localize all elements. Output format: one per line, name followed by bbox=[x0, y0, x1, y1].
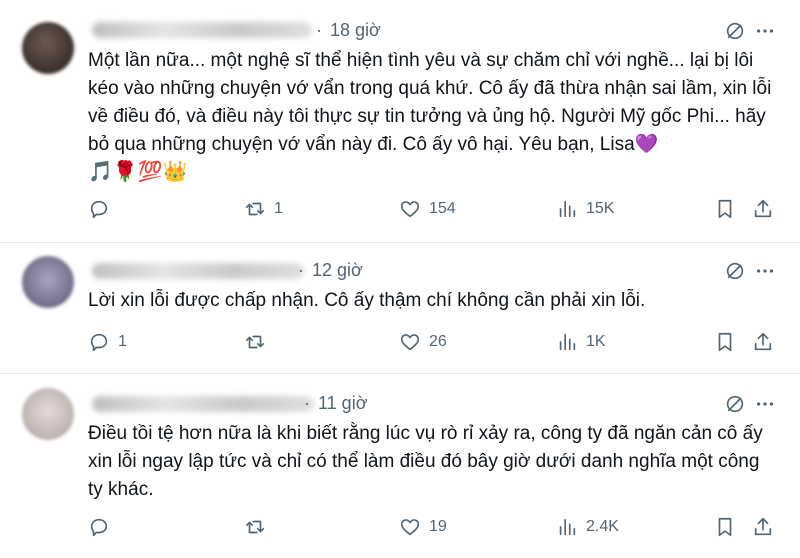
tweet-text: Lời xin lỗi được chấp nhận. Cô ấy thậm c… bbox=[88, 290, 646, 311]
like-count: 154 bbox=[429, 200, 456, 217]
views-button[interactable]: 2.4K bbox=[556, 516, 619, 538]
tweet-timestamp[interactable]: · 18 giờ bbox=[316, 20, 381, 41]
bookmark-icon bbox=[718, 332, 732, 352]
bookmark-button[interactable] bbox=[714, 516, 736, 538]
repost-button[interactable] bbox=[244, 331, 274, 353]
reply-button[interactable] bbox=[88, 198, 118, 220]
grok-icon[interactable] bbox=[724, 260, 746, 282]
tweet-actions: 19 2.4K bbox=[0, 516, 800, 544]
time-separator: · bbox=[316, 20, 322, 40]
repost-icon bbox=[245, 520, 265, 534]
avatar[interactable] bbox=[22, 22, 74, 74]
author-name-blurred[interactable] bbox=[92, 22, 312, 38]
like-icon bbox=[400, 201, 420, 218]
like-count: 19 bbox=[429, 518, 447, 535]
tweet-timestamp[interactable]: · 12 giờ bbox=[298, 260, 363, 281]
avatar[interactable] bbox=[22, 256, 74, 308]
reply-count: 1 bbox=[118, 333, 127, 350]
like-count: 26 bbox=[429, 333, 447, 350]
views-icon bbox=[559, 518, 576, 536]
timestamp-text: 18 giờ bbox=[330, 20, 381, 40]
tweet-3[interactable]: · 11 giờ Điều tồi tệ hơn nữa là khi biết … bbox=[0, 374, 800, 558]
repost-icon bbox=[245, 335, 265, 349]
more-icon[interactable] bbox=[754, 393, 776, 415]
like-button[interactable]: 154 bbox=[399, 198, 456, 220]
bookmark-button[interactable] bbox=[714, 331, 736, 353]
bookmark-icon bbox=[718, 517, 732, 537]
views-button[interactable]: 1K bbox=[556, 331, 606, 353]
views-button[interactable]: 15K bbox=[556, 198, 614, 220]
repost-button[interactable] bbox=[244, 516, 274, 538]
views-icon bbox=[559, 333, 576, 351]
author-name-blurred[interactable] bbox=[92, 263, 304, 279]
bookmark-icon bbox=[718, 199, 732, 219]
share-icon bbox=[754, 517, 772, 536]
views-count: 1K bbox=[586, 333, 606, 350]
like-button[interactable]: 26 bbox=[399, 331, 447, 353]
reply-icon bbox=[90, 200, 108, 219]
share-icon bbox=[754, 199, 772, 218]
reply-icon bbox=[90, 333, 108, 352]
timestamp-text: 12 giờ bbox=[312, 260, 363, 280]
author-name-blurred[interactable] bbox=[92, 396, 314, 412]
tweet-actions: 1 26 1K bbox=[0, 331, 800, 359]
views-count: 15K bbox=[586, 200, 615, 217]
time-separator: · bbox=[304, 393, 310, 413]
views-icon bbox=[559, 200, 576, 218]
tweet-timestamp[interactable]: · 11 giờ bbox=[304, 393, 368, 414]
tweet-emojis: 🎵🌹💯👑 bbox=[88, 161, 188, 183]
repost-count: 1 bbox=[274, 200, 283, 217]
timestamp-text: 11 giờ bbox=[318, 393, 368, 413]
reply-icon bbox=[90, 518, 108, 537]
tweet-1[interactable]: · 18 giờ Một lần nữa... một nghệ sĩ thể h… bbox=[0, 0, 800, 243]
repost-button[interactable]: 1 bbox=[244, 198, 283, 220]
tweet-text: Điều tồi tệ hơn nữa là khi biết rằng lúc… bbox=[88, 423, 768, 500]
share-button[interactable] bbox=[752, 198, 774, 220]
grok-icon[interactable] bbox=[724, 20, 746, 42]
avatar[interactable] bbox=[22, 388, 74, 440]
like-icon bbox=[400, 519, 420, 536]
share-button[interactable] bbox=[752, 331, 774, 353]
reply-button[interactable]: 1 bbox=[88, 331, 127, 353]
tweet-2[interactable]: · 12 giờ Lời xin lỗi được chấp nhận. Cô ấ… bbox=[0, 243, 800, 374]
like-icon bbox=[400, 334, 420, 351]
grok-icon[interactable] bbox=[724, 393, 746, 415]
more-icon[interactable] bbox=[754, 20, 776, 42]
tweet-actions: 1 154 15K bbox=[0, 198, 800, 226]
share-button[interactable] bbox=[752, 516, 774, 538]
more-icon[interactable] bbox=[754, 260, 776, 282]
views-count: 2.4K bbox=[586, 518, 619, 535]
share-icon bbox=[754, 332, 772, 351]
tweet-text: Một lần nữa... một nghệ sĩ thể hiện tình… bbox=[88, 50, 777, 155]
bookmark-button[interactable] bbox=[714, 198, 736, 220]
reply-button[interactable] bbox=[88, 516, 118, 538]
time-separator: · bbox=[298, 260, 304, 280]
repost-icon bbox=[245, 202, 265, 216]
like-button[interactable]: 19 bbox=[399, 516, 447, 538]
